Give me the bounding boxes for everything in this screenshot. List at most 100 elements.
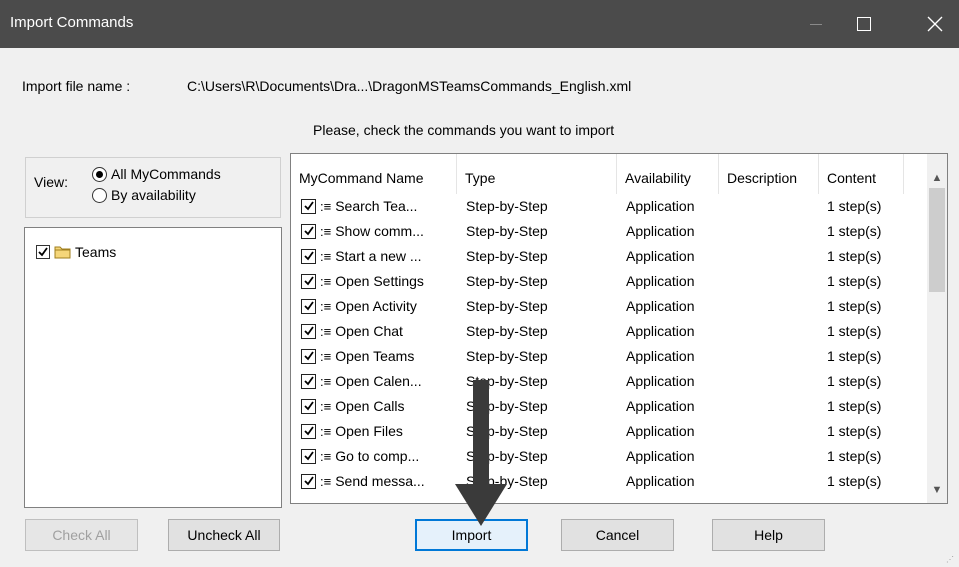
step-list-icon: :≡ [320,223,332,239]
cell-content: 1 step(s) [827,423,882,439]
radio-by-availability[interactable]: By availability [92,187,196,203]
cell-content: 1 step(s) [827,448,882,464]
checkmark-icon [303,426,314,436]
command-name: Go to comp... [335,448,420,464]
cell-type: Step-by-Step [466,223,548,239]
column-header-type[interactable]: Type [457,154,617,194]
table-row[interactable]: :≡ Show comm... Step-by-Step Application 1 s… [291,221,927,242]
scroll-down-icon[interactable]: ▼ [927,480,947,500]
row-checkbox[interactable] [301,423,316,439]
cell-name: :≡ Show comm... [301,223,424,239]
checkmark-icon [303,201,314,211]
cell-name: :≡ Search Tea... [301,198,417,214]
cell-availability: Application [626,298,695,314]
cell-name: :≡ Open Calls [301,398,404,414]
cell-availability: Application [626,423,695,439]
maximize-button[interactable] [840,0,888,48]
vertical-scrollbar[interactable]: ▲ ▼ [927,154,947,503]
radio-label: All MyCommands [111,166,221,182]
table-row[interactable]: :≡ Search Tea... Step-by-Step Application 1 … [291,196,927,217]
command-name: Open Calls [335,398,405,414]
row-checkbox[interactable] [301,448,316,464]
annotation-arrow-icon [455,380,507,526]
cell-availability: Application [626,373,695,389]
column-header-content[interactable]: Content [819,154,904,194]
instruction-text: Please, check the commands you want to i… [313,122,615,138]
close-icon [927,16,943,32]
checkmark-icon [303,351,314,361]
uncheck-all-button[interactable]: Uncheck All [168,519,280,551]
radio-selected-icon [92,166,107,182]
step-list-icon: :≡ [320,248,332,264]
table-row[interactable]: :≡ Open Files Step-by-Step Application 1 ste… [291,421,927,442]
cancel-button[interactable]: Cancel [561,519,674,551]
step-list-icon: :≡ [320,373,332,389]
row-checkbox[interactable] [301,223,316,239]
step-list-icon: :≡ [320,198,332,214]
cell-content: 1 step(s) [827,223,882,239]
scroll-up-icon[interactable]: ▲ [927,168,947,188]
table-row[interactable]: :≡ Open Calls Step-by-Step Application 1 ste… [291,396,927,417]
radio-all-mycommands[interactable]: All MyCommands [92,166,221,182]
command-name: Open Teams [335,348,415,364]
close-button[interactable] [911,0,959,48]
check-all-button[interactable]: Check All [25,519,138,551]
tree-checkbox[interactable] [36,245,50,259]
table-row[interactable]: :≡ Send messa... Step-by-Step Application 1 … [291,471,927,492]
tree-item-teams[interactable]: Teams [36,244,116,260]
cell-name: :≡ Open Activity [301,298,417,314]
cell-availability: Application [626,273,695,289]
command-name: Open Activity [335,298,417,314]
row-checkbox[interactable] [301,323,316,339]
cell-content: 1 step(s) [827,348,882,364]
command-tree[interactable]: Teams [24,227,282,508]
command-name: Search Tea... [335,198,418,214]
resize-grip-icon[interactable]: ⋰ [946,555,956,565]
checkmark-icon [303,276,314,286]
scroll-thumb[interactable] [929,188,945,292]
command-name: Send messa... [335,473,425,489]
commands-list[interactable]: MyCommand Name Type Availability Descrip… [290,153,948,504]
step-list-icon: :≡ [320,398,332,414]
table-row[interactable]: :≡ Open Chat Step-by-Step Application 1 step… [291,321,927,342]
view-label: View: [34,174,68,190]
cell-name: :≡ Start a new ... [301,248,422,264]
cell-availability: Application [626,223,695,239]
window-title: Import Commands [10,14,134,31]
row-checkbox[interactable] [301,198,316,214]
column-header-availability[interactable]: Availability [617,154,719,194]
cell-availability: Application [626,323,695,339]
row-checkbox[interactable] [301,398,316,414]
table-row[interactable]: :≡ Go to comp... Step-by-Step Application 1 … [291,446,927,467]
command-name: Open Files [335,423,403,439]
table-row[interactable]: :≡ Start a new ... Step-by-Step Application… [291,246,927,267]
row-checkbox[interactable] [301,298,316,314]
cell-name: :≡ Open Settings [301,273,424,289]
command-name: Open Settings [335,273,424,289]
table-row[interactable]: :≡ Open Activity Step-by-Step Application 1 … [291,296,927,317]
cell-type: Step-by-Step [466,348,548,364]
table-row[interactable]: :≡ Open Settings Step-by-Step Application 1 … [291,271,927,292]
help-button[interactable]: Help [712,519,825,551]
cell-availability: Application [626,248,695,264]
tree-item-label: Teams [75,244,117,260]
row-checkbox[interactable] [301,348,316,364]
checkmark-icon [303,251,314,261]
row-checkbox[interactable] [301,373,316,389]
command-name: Show comm... [335,223,424,239]
list-header: MyCommand Name Type Availability Descrip… [291,154,927,194]
table-row[interactable]: :≡ Open Teams Step-by-Step Application 1 ste… [291,346,927,367]
cell-content: 1 step(s) [827,323,882,339]
step-list-icon: :≡ [320,348,332,364]
minimize-button[interactable] [792,0,840,48]
table-row[interactable]: :≡ Open Calen... Step-by-Step Application 1 … [291,371,927,392]
column-header-name[interactable]: MyCommand Name [291,154,457,194]
command-name: Open Calen... [335,373,422,389]
cell-name: :≡ Open Chat [301,323,403,339]
row-checkbox[interactable] [301,473,316,489]
row-checkbox[interactable] [301,248,316,264]
column-header-description[interactable]: Description [719,154,819,194]
row-checkbox[interactable] [301,273,316,289]
cell-content: 1 step(s) [827,248,882,264]
cell-type: Step-by-Step [466,323,548,339]
